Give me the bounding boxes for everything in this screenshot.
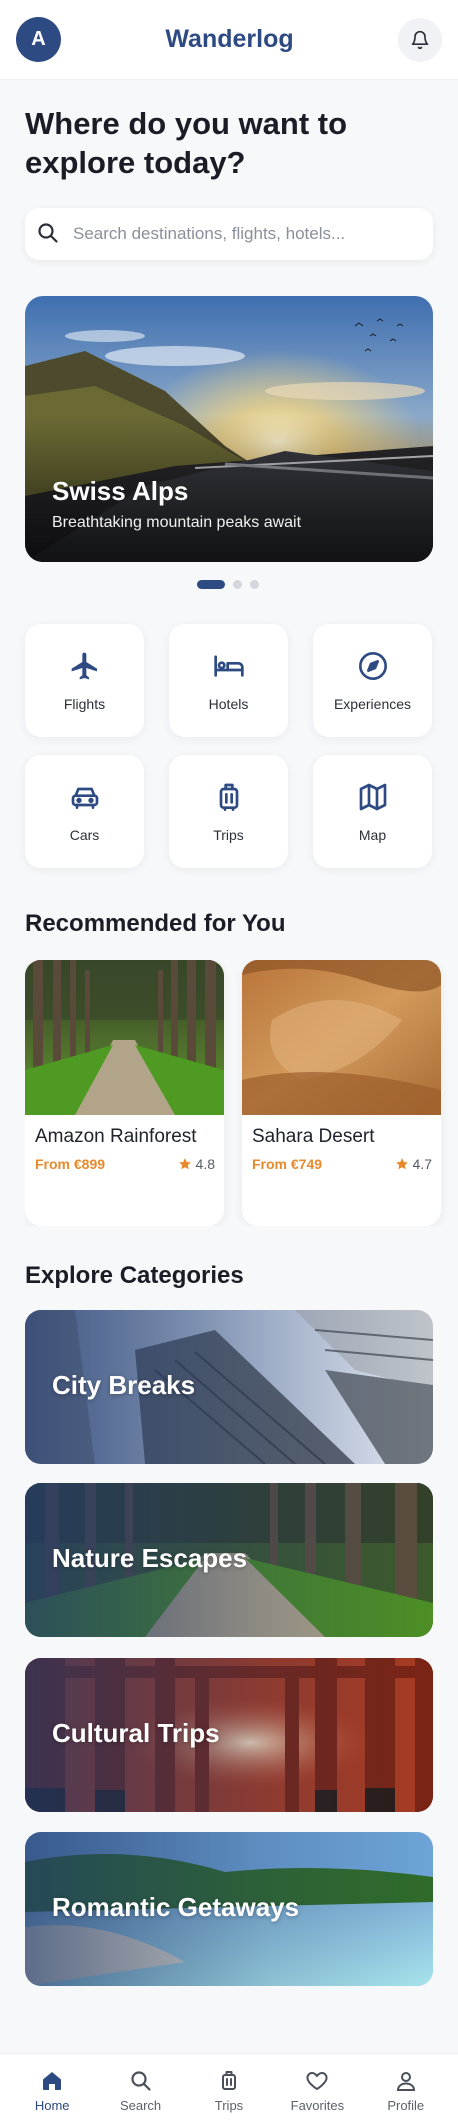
explore-card-label: Romantic Getaways [52,1892,300,1922]
category-experiences[interactable]: Experiences [313,624,432,737]
desert-image [242,960,441,1115]
star-icon [178,1158,191,1170]
explore-card-label: Nature Escapes [52,1543,248,1573]
destination-name: Amazon Rainforest [35,1126,197,1147]
destination-price: From €749 [252,1156,323,1172]
category-label: Map [358,826,387,843]
explore-card-label: City Breaks [52,1370,196,1400]
carousel-dot[interactable] [197,580,225,589]
home-icon [43,2071,62,2090]
category-map[interactable]: Map [313,755,432,868]
hero-title: Swiss Alps [52,476,189,506]
nav-label: Trips [214,2097,244,2113]
nav-label: Search [119,2097,162,2113]
suitcase-icon [221,2070,236,2090]
explore-card-label: Cultural Trips [52,1718,220,1748]
page-title: Where do you want to explore today? [25,106,348,180]
bottom-navigation: Home Search Trips Favorites Profile [0,2053,458,2127]
map-icon [359,783,386,810]
destination-rating: 4.7 [395,1156,432,1172]
recommended-carousel[interactable]: Amazon Rainforest From €899 4.8 Sahara D… [25,960,458,1226]
explore-card-nature-escapes[interactable]: Nature Escapes [25,1483,433,1637]
category-trips[interactable]: Trips [169,755,288,868]
compass-icon [358,651,387,680]
destination-price: From €899 [35,1156,106,1172]
notifications-button[interactable] [398,17,442,62]
explore-card-cultural-trips[interactable]: Cultural Trips [25,1658,433,1812]
carousel-dot[interactable] [233,580,242,589]
nav-profile[interactable]: Profile [366,2069,446,2113]
category-label: Hotels [208,695,249,712]
recommended-heading: Recommended for You [25,910,286,937]
nav-favorites[interactable]: Favorites [277,2069,357,2113]
user-icon [396,2071,415,2091]
search-icon [130,2070,151,2091]
search-input[interactable] [73,224,413,244]
explore-card-city-breaks[interactable]: City Breaks [25,1310,433,1464]
recommendation-card[interactable]: Amazon Rainforest From €899 4.8 [25,960,224,1226]
nav-home[interactable]: Home [12,2069,92,2113]
star-icon [395,1158,408,1170]
rating-value: 4.8 [195,1156,215,1172]
carousel-dot[interactable] [250,580,259,589]
bed-icon [213,654,244,677]
destination-name: Sahara Desert [252,1126,375,1147]
destination-rating: 4.8 [178,1156,215,1172]
category-label: Experiences [333,695,412,712]
avatar[interactable]: A [16,17,61,62]
nav-label: Home [34,2097,70,2113]
category-label: Cars [69,826,100,843]
recommendation-card[interactable]: Sahara Desert From €749 4.7 [242,960,441,1226]
plane-icon [71,652,97,679]
category-flights[interactable]: Flights [25,624,144,737]
explore-heading: Explore Categories [25,1262,244,1289]
category-label: Flights [63,695,106,712]
rainforest-image [25,960,224,1115]
app-title: Wanderlog [165,25,294,53]
nav-search[interactable]: Search [101,2069,181,2113]
category-label: Trips [213,826,244,843]
nav-label: Profile [387,2097,425,2113]
category-hotels[interactable]: Hotels [169,624,288,737]
quick-categories: Flights Hotels Experiences Cars Trips Ma… [25,624,433,868]
category-cars[interactable]: Cars [25,755,144,868]
bell-icon [411,30,429,49]
carousel-indicator [197,580,259,589]
heart-icon [306,2071,328,2090]
search-bar[interactable] [25,208,433,260]
explore-card-romantic-getaways[interactable]: Romantic Getaways [25,1832,433,1986]
hero-subtitle: Breathtaking mountain peaks await [52,514,302,531]
search-icon [38,223,58,243]
rating-value: 4.7 [412,1156,432,1172]
nav-label: Favorites [290,2097,345,2113]
car-icon [71,787,98,809]
nav-trips[interactable]: Trips [189,2069,269,2113]
suitcase-icon [219,783,238,811]
app-header: A Wanderlog [0,0,458,80]
featured-destination-card[interactable]: Swiss Alps Breathtaking mountain peaks a… [25,296,433,562]
